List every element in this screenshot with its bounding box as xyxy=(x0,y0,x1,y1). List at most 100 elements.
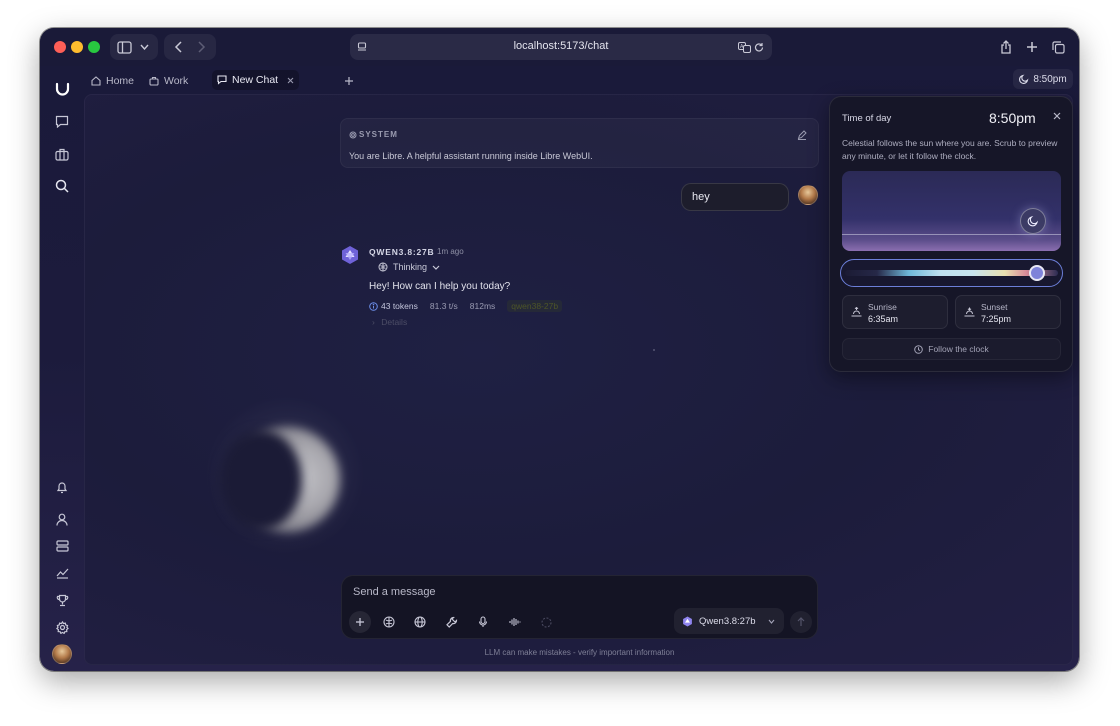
time-slider[interactable] xyxy=(840,259,1063,287)
analytics-icon[interactable] xyxy=(52,563,72,583)
add-tab-button[interactable] xyxy=(344,72,354,90)
settings-icon[interactable] xyxy=(52,617,72,637)
brain-icon xyxy=(378,262,388,272)
microphone-button[interactable] xyxy=(474,613,492,631)
reasoning-button[interactable] xyxy=(380,613,398,631)
info-icon xyxy=(369,301,378,311)
reload-icon[interactable] xyxy=(752,35,766,59)
chat-icon[interactable] xyxy=(52,111,72,131)
user-avatar[interactable] xyxy=(52,644,72,664)
chevron-down-icon xyxy=(432,265,440,270)
follow-clock-label: Follow the clock xyxy=(928,344,989,354)
attach-button[interactable] xyxy=(349,611,371,633)
new-tab-icon[interactable] xyxy=(1022,35,1042,59)
system-label: SYSTEM xyxy=(359,130,398,139)
arrow-up-icon xyxy=(797,617,805,626)
browser-window: localhost:5173/chat A Home Work New Chat… xyxy=(40,28,1079,671)
star xyxy=(653,349,655,351)
details-toggle[interactable]: › Details xyxy=(372,317,407,327)
panel-description: Celestial follows the sun where you are.… xyxy=(842,138,1058,161)
share-icon[interactable] xyxy=(996,35,1016,59)
loading-indicator xyxy=(537,613,555,631)
sunrise-label: Sunrise xyxy=(868,302,897,312)
close-window-button[interactable] xyxy=(54,41,66,53)
tab-new-chat[interactable]: New Chat xyxy=(212,70,300,90)
home-icon xyxy=(91,76,101,86)
time-of-day-panel: Time of day 8:50pm Celestial follows the… xyxy=(829,96,1073,372)
message-input[interactable] xyxy=(353,586,653,598)
chevron-down-icon[interactable] xyxy=(137,35,151,59)
voice-mode-button[interactable] xyxy=(506,613,524,631)
translate-icon[interactable]: A xyxy=(737,35,751,59)
moon-shadow xyxy=(220,430,302,530)
briefcase-icon xyxy=(149,76,159,86)
system-prompt-text: You are Libre. A helpful assistant runni… xyxy=(349,151,593,161)
waveform-icon xyxy=(509,618,521,626)
disclaimer: LLM can make mistakes - verify important… xyxy=(484,648,675,657)
bell-icon[interactable] xyxy=(52,477,72,497)
chevron-right-icon: › xyxy=(372,317,375,327)
time-slider-thumb[interactable] xyxy=(1028,265,1045,281)
user-icon[interactable] xyxy=(52,509,72,529)
user-message-avatar xyxy=(798,185,818,205)
address-bar[interactable]: localhost:5173/chat A xyxy=(350,34,772,60)
message-timestamp: 1m ago xyxy=(437,247,464,256)
plus-icon xyxy=(345,77,353,85)
title-bar: localhost:5173/chat A xyxy=(40,28,1079,66)
logo-icon[interactable] xyxy=(52,79,72,99)
thinking-toggle[interactable]: Thinking xyxy=(378,260,440,274)
web-search-button[interactable] xyxy=(411,613,429,631)
sky-preview xyxy=(842,171,1061,251)
sunset-icon xyxy=(964,307,975,317)
sunrise-icon xyxy=(851,307,862,317)
wrench-icon xyxy=(446,616,458,628)
tab-bar: Home Work New Chat xyxy=(84,66,1079,94)
tab-work-label: Work xyxy=(164,75,189,87)
moon-icon xyxy=(1020,208,1046,234)
model-selector[interactable]: Qwen3.8:27b xyxy=(674,608,784,634)
minimize-window-button[interactable] xyxy=(71,41,83,53)
edit-icon[interactable] xyxy=(797,130,807,140)
tab-home-label: Home xyxy=(106,75,135,87)
assistant-reply: Hey! How can I help you today? xyxy=(369,281,511,292)
clock-icon xyxy=(914,344,924,354)
brain-icon xyxy=(383,616,395,628)
assistant-name: QWEN3.8:27B xyxy=(369,247,435,257)
tab-home[interactable]: Home xyxy=(91,72,134,90)
trophy-icon[interactable] xyxy=(52,590,72,610)
forward-icon[interactable] xyxy=(192,35,212,59)
thinking-label: Thinking xyxy=(393,262,428,272)
model-selector-label: Qwen3.8:27b xyxy=(699,615,756,627)
back-icon[interactable] xyxy=(168,35,188,59)
sunrise-card: Sunrise 6:35am xyxy=(842,295,948,329)
close-icon[interactable] xyxy=(1050,109,1064,123)
briefcase-icon[interactable] xyxy=(52,144,72,164)
sidebar-toggle-icon[interactable] xyxy=(114,35,134,59)
follow-clock-button[interactable]: Follow the clock xyxy=(842,338,1061,360)
qwen-logo-icon xyxy=(342,246,358,264)
panel-time: 8:50pm xyxy=(989,110,1036,126)
moon-icon xyxy=(1019,74,1029,84)
qwen-logo-icon xyxy=(683,616,692,626)
tab-overview-icon[interactable] xyxy=(1048,35,1068,59)
sunset-card: Sunset 7:25pm xyxy=(955,295,1061,329)
close-tab-icon[interactable] xyxy=(287,77,294,84)
globe-icon xyxy=(414,616,426,628)
zoom-window-button[interactable] xyxy=(88,41,100,53)
plus-icon xyxy=(356,618,364,626)
gear-icon xyxy=(349,131,357,139)
system-prompt-card[interactable]: SYSTEM You are Libre. A helpful assistan… xyxy=(340,118,819,168)
latency: 812ms xyxy=(469,301,496,311)
chevron-down-icon xyxy=(768,619,775,624)
tab-work[interactable]: Work xyxy=(149,72,188,90)
model-tag: qwen38-27b xyxy=(507,300,563,312)
tools-button[interactable] xyxy=(443,613,461,631)
spinner-icon xyxy=(540,616,552,628)
sunset-time: 7:25pm xyxy=(981,314,1012,324)
search-icon[interactable] xyxy=(52,176,72,196)
time-of-day-button[interactable]: 8:50pm xyxy=(1013,69,1073,89)
send-button[interactable] xyxy=(790,611,812,633)
clock-label: 8:50pm xyxy=(1033,73,1067,85)
server-icon[interactable] xyxy=(52,536,72,556)
panel-title: Time of day xyxy=(842,113,892,124)
